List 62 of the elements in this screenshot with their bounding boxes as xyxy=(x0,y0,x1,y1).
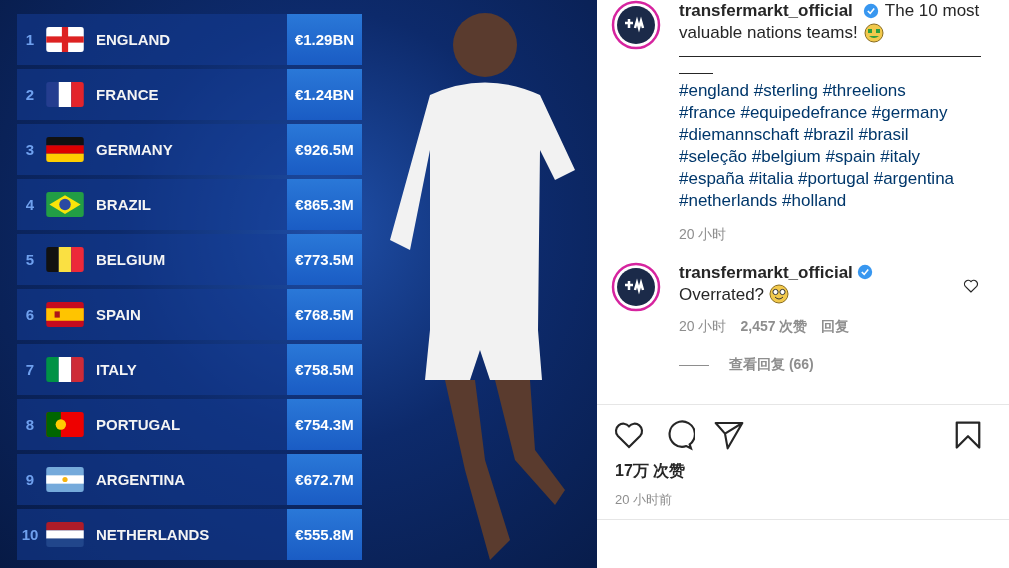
country-name: NETHERLANDS xyxy=(96,526,211,543)
country-name: ITALY xyxy=(96,361,138,378)
flag-icon xyxy=(46,137,84,162)
username-link[interactable]: transfermarkt_official xyxy=(679,0,853,22)
market-value: €1.24BN xyxy=(287,69,362,120)
flag-icon xyxy=(46,82,84,107)
timestamp: 20 小时前 xyxy=(615,491,674,509)
bookmark-icon[interactable] xyxy=(953,420,983,450)
hashtag-line[interactable]: #diemannschaft #brazil #brasil xyxy=(679,124,984,146)
country-name: GERMANY xyxy=(96,141,174,158)
rank-number: 8 xyxy=(24,416,36,433)
country-name: BELGIUM xyxy=(96,251,167,268)
hashtag-line[interactable]: #england #sterling #threelions xyxy=(679,80,984,102)
hashtag-line[interactable]: #france #equipedefrance #germany xyxy=(679,102,984,124)
country-name: SPAIN xyxy=(96,306,142,323)
caption-text: valuable nations teams! xyxy=(679,22,858,44)
money-face-icon xyxy=(863,23,884,43)
rank-number: 4 xyxy=(24,196,36,213)
flag-icon xyxy=(46,467,84,492)
avatar-icon[interactable] xyxy=(611,262,661,312)
market-value: €926.5M xyxy=(287,124,362,175)
like-icon[interactable] xyxy=(963,278,979,294)
rank-number: 9 xyxy=(24,471,36,488)
market-value: €672.7M xyxy=(287,454,362,505)
rank-number: 3 xyxy=(24,141,36,158)
timestamp: 20 小时 xyxy=(679,318,727,336)
likes-count[interactable]: 17万 次赞 xyxy=(615,461,1009,482)
flag-icon xyxy=(46,302,84,327)
rank-number: 2 xyxy=(24,86,36,103)
market-value: €555.8M xyxy=(287,509,362,560)
flag-icon xyxy=(46,412,84,437)
hashtag-line[interactable]: #seleção #belgium #spain #italy xyxy=(679,146,984,168)
hashtag-line[interactable]: #netherlands #holland xyxy=(679,190,984,212)
market-value: €773.5M xyxy=(287,234,362,285)
rank-number: 1 xyxy=(24,31,36,48)
flag-icon xyxy=(46,27,84,52)
rank-number: 6 xyxy=(24,306,36,323)
market-value: €768.5M xyxy=(287,289,362,340)
flag-icon xyxy=(46,522,84,547)
username-link[interactable]: transfermarkt_official xyxy=(679,263,853,282)
send-icon[interactable] xyxy=(713,419,745,451)
hashtag-line[interactable]: #españa #italia #portugal #argentina xyxy=(679,168,984,190)
comment-text: Overrated? xyxy=(679,285,765,304)
rank-number: 5 xyxy=(24,251,36,268)
market-value: €758.5M xyxy=(287,344,362,395)
timestamp: 20 小时 xyxy=(679,226,728,244)
country-name: PORTUGAL xyxy=(96,416,182,433)
country-name: BRAZIL xyxy=(96,196,152,213)
avatar-icon[interactable] xyxy=(611,0,661,50)
rank-number: 10 xyxy=(20,526,40,543)
caption-text: The 10 most xyxy=(884,0,980,22)
country-name: ARGENTINA xyxy=(96,471,187,488)
nerd-face-icon xyxy=(768,284,789,304)
country-name: FRANCE xyxy=(96,86,160,103)
flag-icon xyxy=(46,357,84,382)
rank-number: 7 xyxy=(24,361,36,378)
country-name: ENGLAND xyxy=(96,31,172,48)
market-value: €1.29BN xyxy=(287,14,362,65)
market-value: €865.3M xyxy=(287,179,362,230)
market-value: €754.3M xyxy=(287,399,362,450)
flag-icon xyxy=(46,192,84,217)
flag-icon xyxy=(46,247,84,272)
